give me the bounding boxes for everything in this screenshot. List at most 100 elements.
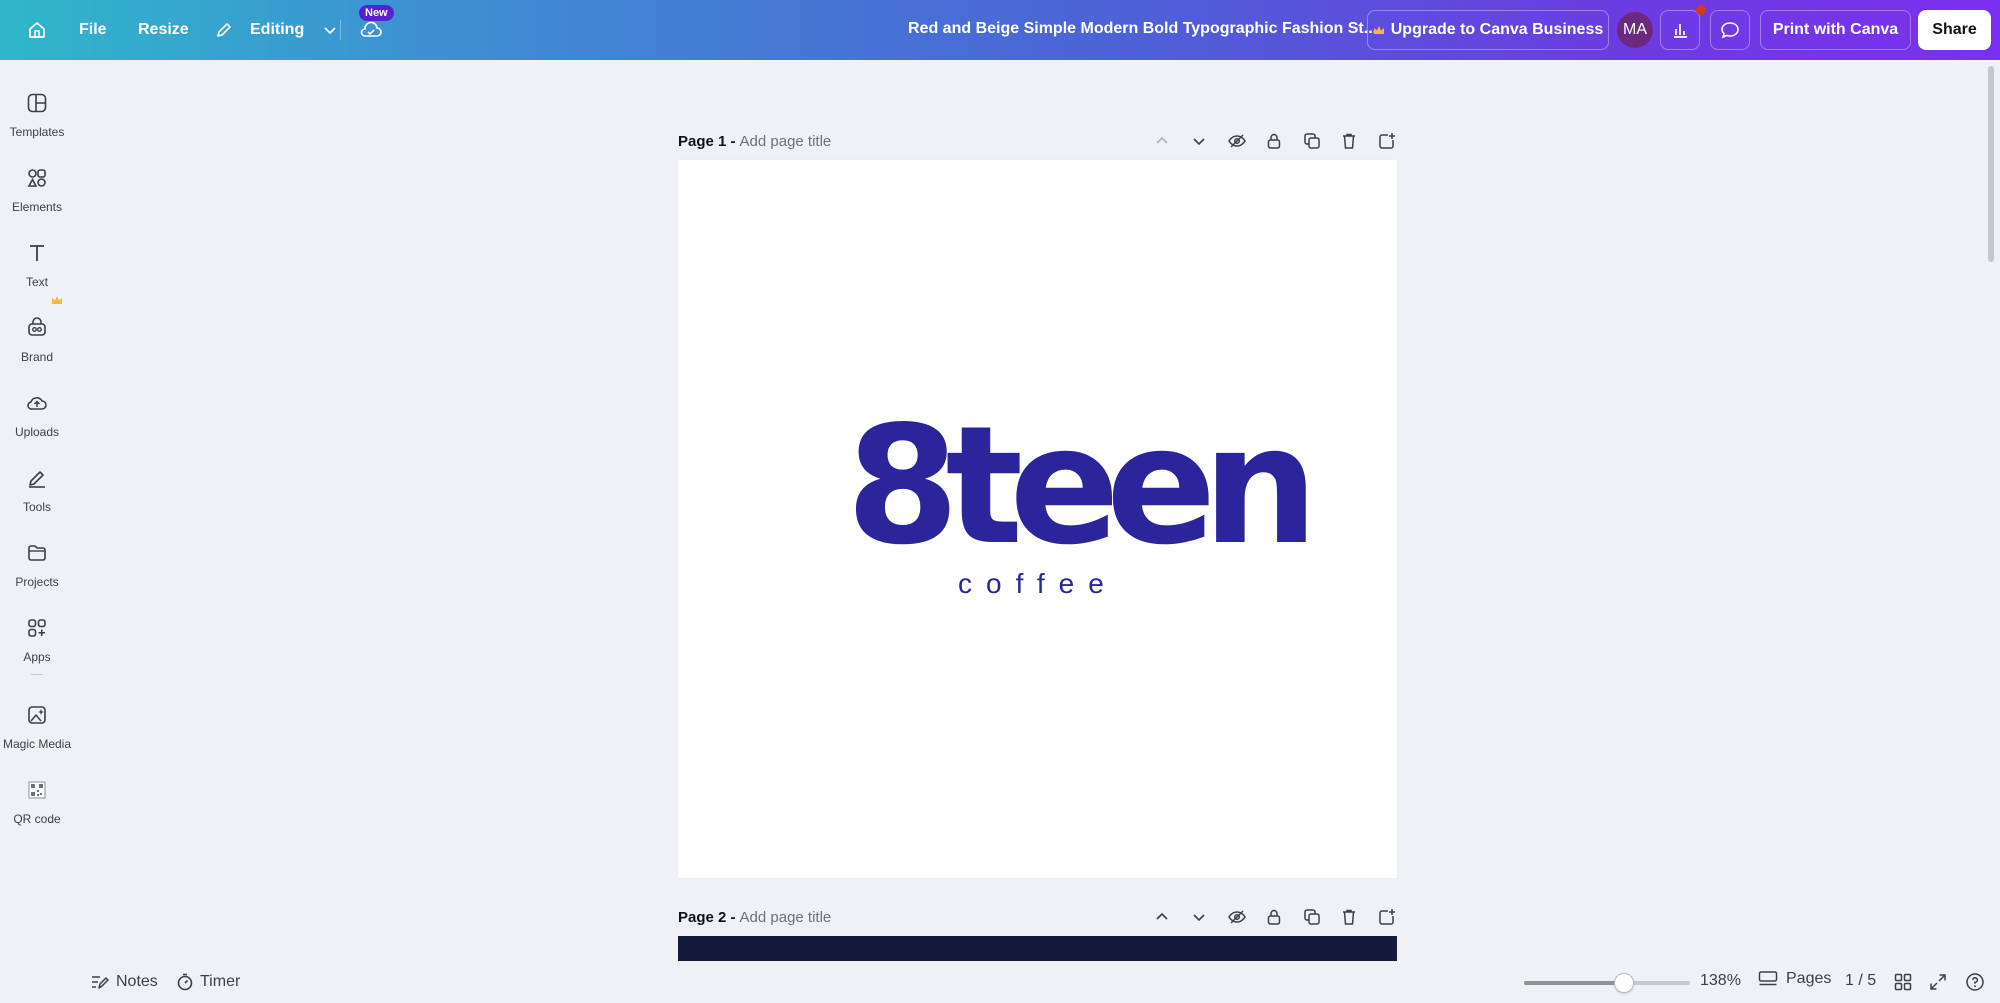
avatar[interactable]: MA (1617, 12, 1653, 48)
timer-label: Timer (200, 973, 241, 990)
delete-page-button[interactable] (1331, 905, 1369, 929)
move-page-down-button[interactable] (1181, 905, 1219, 929)
logo-text[interactable]: 8teen (846, 405, 1318, 568)
delete-page-button[interactable] (1331, 129, 1369, 153)
sidebar-item-uploads[interactable]: Uploads (0, 380, 74, 450)
help-button[interactable] (1963, 970, 1987, 994)
add-page-button[interactable] (1368, 129, 1406, 153)
home-icon (29, 22, 45, 38)
duplicate-icon (1304, 133, 1320, 149)
move-page-up-button[interactable] (1143, 905, 1181, 929)
logo-tagline[interactable]: coffee (958, 568, 1118, 600)
chevron-down-icon (1193, 138, 1205, 146)
resize-button[interactable]: Resize (138, 14, 189, 46)
page-controls (1143, 905, 1406, 929)
pencil-icon (217, 23, 231, 37)
sidebar-item-apps[interactable]: Apps (0, 605, 74, 675)
sidebar-item-label: QR code (13, 812, 61, 826)
notes-button[interactable]: Notes (90, 970, 158, 994)
sidebar-item-label: Apps (23, 650, 51, 664)
sidebar-item-tools[interactable]: Tools (0, 455, 74, 525)
brand-crown-icon (52, 296, 62, 304)
comment-icon (1721, 22, 1739, 39)
duplicate-icon (1304, 909, 1320, 925)
page-2-canvas[interactable] (678, 936, 1397, 961)
sidebar-item-text[interactable]: Text (0, 230, 74, 300)
projects-icon (24, 540, 50, 566)
move-page-down-button[interactable] (1181, 129, 1219, 153)
hide-page-button[interactable] (1218, 905, 1256, 929)
lock-icon (1268, 909, 1281, 925)
document-title[interactable]: Red and Beige Simple Modern Bold Typogra… (908, 20, 1377, 38)
expand-icon (1930, 974, 1946, 990)
top-bar: File Resize Editing New Red and Beige Si… (0, 0, 2000, 60)
chevron-down-icon (324, 27, 336, 35)
left-sidebar: Templates Elements Text Brand Uploads To… (0, 60, 74, 1003)
sidebar-item-label: Magic Media (2, 737, 72, 751)
vertical-scrollbar[interactable] (1988, 66, 1994, 262)
sidebar-divider (31, 674, 43, 675)
brand-icon (24, 315, 50, 341)
sidebar-item-brand[interactable]: Brand (0, 305, 74, 375)
uploads-icon (24, 390, 50, 416)
crown-icon (1373, 26, 1384, 34)
editing-label: Editing (250, 21, 305, 38)
notification-dot (1696, 5, 1706, 15)
page-1-header: Page 1 - Add page title (678, 129, 1398, 153)
sidebar-item-projects[interactable]: Projects (0, 530, 74, 600)
toolbar-divider (340, 20, 341, 40)
sidebar-item-label: Brand (20, 350, 54, 364)
sidebar-item-label: Text (25, 275, 48, 289)
zoom-slider-thumb[interactable] (1613, 973, 1634, 993)
sidebar-item-label: Projects (15, 575, 59, 589)
print-with-canva-button[interactable]: Print with Canva (1760, 10, 1911, 50)
pages-label: Pages (1786, 970, 1832, 987)
lock-page-button[interactable] (1256, 129, 1294, 153)
text-icon (24, 240, 50, 266)
notes-label: Notes (116, 973, 158, 990)
zoom-level[interactable]: 138% (1700, 972, 1741, 990)
sidebar-item-elements[interactable]: Elements (0, 155, 74, 225)
editing-mode-button[interactable]: Editing (214, 14, 338, 46)
magic-media-icon (24, 702, 50, 728)
sidebar-item-qr-code[interactable]: QR code (0, 767, 74, 837)
page-counter: 1 / 5 (1845, 972, 1877, 989)
add-page-icon (1379, 909, 1395, 925)
sidebar-item-label: Templates (9, 125, 65, 139)
zoom-slider[interactable] (1524, 973, 1690, 993)
sidebar-item-templates[interactable]: Templates (0, 80, 74, 150)
duplicate-page-button[interactable] (1293, 129, 1331, 153)
page-1-canvas[interactable]: 8teen coffee (678, 160, 1397, 878)
fullscreen-button[interactable] (1926, 970, 1950, 994)
home-button[interactable] (19, 12, 55, 48)
lock-page-button[interactable] (1256, 905, 1294, 929)
hide-page-button[interactable] (1218, 129, 1256, 153)
upgrade-label: Upgrade to Canva Business (1390, 21, 1604, 38)
page-title-input[interactable]: Add page title (740, 909, 832, 926)
timer-button[interactable]: Timer (176, 970, 240, 994)
page-label: Page 2 - (678, 908, 736, 926)
page-label: Page 1 - (678, 132, 736, 150)
comments-button[interactable] (1710, 10, 1750, 50)
chevron-up-icon (1156, 136, 1168, 144)
trash-icon (1343, 909, 1356, 925)
upgrade-button[interactable]: Upgrade to Canva Business (1367, 10, 1609, 50)
chevron-down-icon (1193, 914, 1205, 922)
tools-icon (24, 465, 50, 491)
move-page-up-button[interactable] (1143, 129, 1181, 153)
page-controls (1143, 129, 1406, 153)
sidebar-item-label: Tools (22, 500, 51, 514)
lock-icon (1268, 133, 1281, 149)
duplicate-page-button[interactable] (1293, 905, 1331, 929)
pages-button[interactable]: Pages (1758, 970, 1831, 988)
grid-view-button[interactable] (1891, 970, 1915, 994)
insights-button[interactable] (1660, 10, 1700, 50)
cloud-check-icon (360, 21, 382, 37)
add-page-button[interactable] (1368, 905, 1406, 929)
file-menu-button[interactable]: File (79, 14, 107, 46)
sidebar-item-label: Elements (11, 200, 63, 214)
page-title-input[interactable]: Add page title (740, 133, 832, 150)
sidebar-item-magic-media[interactable]: Magic Media (0, 692, 74, 762)
zoom-slider-fill (1524, 981, 1624, 985)
share-button[interactable]: Share (1918, 10, 1991, 50)
